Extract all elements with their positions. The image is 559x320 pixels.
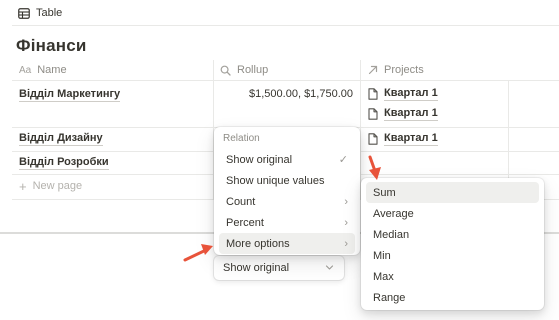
menu-item-count[interactable]: Count › [219, 191, 355, 212]
row-divider [12, 80, 559, 81]
menu-item-show-original[interactable]: Show original ✓ [219, 149, 355, 170]
chevron-right-icon: › [344, 237, 348, 250]
page-title: Фінанси [16, 36, 87, 55]
relation-arrow-icon [368, 65, 378, 75]
column-header-label: Name [37, 64, 67, 76]
menu-item-label: Show original [226, 153, 293, 166]
menu-item-label: Sum [373, 186, 396, 199]
project-link[interactable]: Квартал 1 [368, 107, 438, 121]
menu-item-label: Show unique values [226, 174, 325, 187]
calculate-select-value: Show original [223, 262, 290, 274]
project-link[interactable]: Квартал 1 [368, 132, 438, 146]
calculate-select[interactable]: Show original [214, 256, 344, 280]
submenu-item-median[interactable]: Median [366, 224, 539, 245]
new-page-button[interactable]: + New page [19, 178, 83, 194]
menu-item-label: Average [373, 207, 414, 220]
project-link-label: Квартал 1 [384, 132, 438, 146]
rollup-value: $1,500.00, $1,750.00 [249, 88, 353, 100]
checkmark-icon: ✓ [338, 154, 348, 166]
submenu-item-max[interactable]: Max [366, 266, 539, 287]
chevron-down-icon [325, 265, 334, 270]
chevron-right-icon: › [344, 195, 348, 208]
project-link-label: Квартал 1 [384, 87, 438, 101]
submenu-item-average[interactable]: Average [366, 203, 539, 224]
chevron-right-icon: › [344, 216, 348, 229]
column-header-label: Projects [384, 64, 424, 76]
table-icon [18, 7, 30, 19]
row-name[interactable]: Відділ Маркетингу [19, 88, 121, 102]
more-options-submenu: Sum Average Median Min Max Range [361, 178, 544, 310]
submenu-item-min[interactable]: Min [366, 245, 539, 266]
calculation-menu: Relation Show original ✓ Show unique val… [214, 127, 360, 255]
view-tab-table[interactable]: Table [18, 5, 62, 21]
menu-item-more-options[interactable]: More options › [219, 233, 355, 254]
page-icon [368, 108, 378, 120]
menu-item-label: More options [226, 237, 290, 250]
menu-item-label: Percent [226, 216, 264, 229]
menu-item-label: Min [373, 249, 391, 262]
menu-item-label: Count [226, 195, 256, 208]
column-divider [360, 60, 361, 200]
divider [360, 25, 559, 26]
menu-item-percent[interactable]: Percent › [219, 212, 355, 233]
row-name[interactable]: Відділ Розробки [19, 156, 109, 170]
row-name[interactable]: Відділ Дизайну [19, 132, 103, 146]
menu-header: Relation [223, 133, 260, 144]
annotation-arrow-icon [368, 155, 381, 180]
search-icon [220, 65, 231, 76]
text-property-icon: Aa [19, 64, 32, 76]
menu-item-label: Range [373, 291, 406, 304]
view-tab-label: Table [36, 7, 63, 19]
new-page-label: New page [32, 180, 83, 192]
menu-item-label: Max [373, 270, 394, 283]
menu-item-label: Median [373, 228, 410, 241]
plus-icon: + [19, 178, 27, 194]
page-icon [368, 88, 378, 100]
column-header-rollup[interactable]: Rollup [220, 60, 268, 80]
annotation-arrow-icon [183, 244, 213, 262]
page-icon [368, 133, 378, 145]
view-tab-underline [12, 25, 360, 26]
column-header-label: Rollup [237, 64, 269, 76]
submenu-item-sum[interactable]: Sum [366, 182, 539, 203]
column-header-projects[interactable]: Projects [368, 60, 424, 80]
menu-item-show-unique-values[interactable]: Show unique values [219, 170, 355, 191]
submenu-item-range[interactable]: Range [366, 287, 539, 308]
project-link[interactable]: Квартал 1 [368, 87, 438, 101]
column-header-name[interactable]: Aa Name [19, 60, 67, 80]
project-link-label: Квартал 1 [384, 107, 438, 121]
